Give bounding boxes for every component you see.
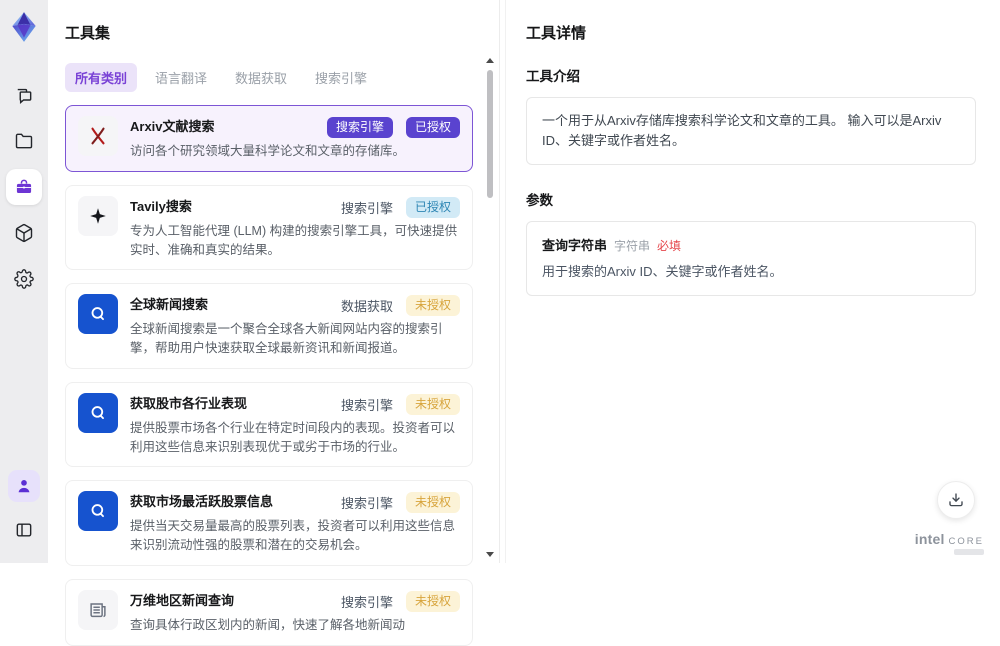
news-search-icon	[78, 294, 118, 335]
user-icon	[18, 480, 30, 493]
tool-description: 专为人工智能代理 (LLM) 构建的搜索引擎工具，可快速提供实时、准确和真实的结…	[130, 223, 458, 257]
category-badge: 搜索引擎	[326, 117, 393, 138]
tab-search-engine[interactable]: 搜索引擎	[305, 63, 377, 92]
main-area: 工具集 所有类别 语言翻译 数据获取 搜索引擎 Arxiv文献搜索 搜索引擎 已…	[48, 0, 1000, 646]
auth-status-badge: 未授权	[405, 393, 460, 415]
tool-detail-panel: 工具详情 工具介绍 一个用于从Arxiv存储库搜索科学论文和文章的工具。 输入可…	[505, 0, 1000, 563]
gear-icon	[14, 269, 34, 289]
tool-card-arxiv[interactable]: Arxiv文献搜索 搜索引擎 已授权 访问各个研究领域大量科学论文和文章的存储库…	[65, 105, 473, 172]
core-logo-text: CORE	[948, 536, 984, 547]
list-scrollbar[interactable]	[485, 58, 495, 557]
active-stocks-icon	[78, 491, 118, 532]
scroll-down-arrow-icon[interactable]	[486, 552, 494, 557]
sidebar-item-settings[interactable]	[6, 261, 42, 297]
card-body: Tavily搜索 搜索引擎 已授权 专为人工智能代理 (LLM) 构建的搜索引擎…	[130, 196, 460, 260]
tab-data-fetch[interactable]: 数据获取	[225, 63, 297, 92]
card-body: 获取股市各行业表现 搜索引擎 未授权 提供股票市场各个行业在特定时间段内的表现。…	[130, 393, 460, 457]
tool-description: 提供股票市场各个行业在特定时间段内的表现。投资者可以利用这些信息来识别表现优于或…	[130, 420, 456, 454]
tool-title: 获取市场最活跃股票信息	[130, 494, 274, 510]
panel-toggle-icon	[16, 523, 32, 537]
param-type: 字符串	[614, 239, 651, 254]
tool-card-global-news[interactable]: 全球新闻搜索 数据获取 未授权 全球新闻搜索是一个聚合全球各大新闻网站内容的搜索…	[65, 283, 473, 369]
tab-translation[interactable]: 语言翻译	[145, 63, 217, 92]
app-logo	[7, 10, 41, 44]
arxiv-icon	[78, 116, 118, 156]
tool-card-stock-sectors[interactable]: 获取股市各行业表现 搜索引擎 未授权 提供股票市场各个行业在特定时间段内的表现。…	[65, 381, 473, 468]
tool-card-list: Arxiv文献搜索 搜索引擎 已授权 访问各个研究领域大量科学论文和文章的存储库…	[65, 105, 499, 646]
category-label: 数据获取	[340, 299, 393, 315]
folder-icon	[15, 133, 33, 149]
sidebar-item-account[interactable]	[8, 470, 40, 502]
intro-text-box: 一个用于从Arxiv存储库搜索科学论文和文章的工具。 输入可以是Arxiv ID…	[526, 97, 976, 166]
detail-title: 工具详情	[526, 25, 587, 42]
auth-status-badge: 未授权	[405, 295, 460, 317]
scrollbar-thumb[interactable]	[487, 70, 493, 198]
tool-title: 全球新闻搜索	[130, 297, 209, 313]
tavily-star-icon	[78, 195, 118, 236]
category-tabs: 所有类别 语言翻译 数据获取 搜索引擎	[65, 63, 499, 92]
tool-description: 全球新闻搜索是一个聚合全球各大新闻网站内容的搜索引擎，帮助用户快速获取全球最新资…	[130, 322, 443, 355]
sidebar-rail	[0, 0, 48, 563]
tool-title: Tavily搜索	[130, 198, 192, 214]
params-heading: 参数	[526, 193, 553, 209]
tool-description: 提供当天交易量最高的股票列表，投资者可以利用这些信息来识别流动性强的股票和潜在的…	[130, 519, 456, 552]
sidebar-item-chat[interactable]	[6, 77, 42, 113]
auth-status-badge: 已授权	[405, 117, 460, 138]
regional-news-icon	[78, 589, 118, 630]
tool-title: 万维地区新闻查询	[130, 592, 235, 608]
card-body: Arxiv文献搜索 搜索引擎 已授权 访问各个研究领域大量科学论文和文章的存储库…	[130, 116, 460, 161]
card-body: 全球新闻搜索 数据获取 未授权 全球新闻搜索是一个聚合全球各大新闻网站内容的搜索…	[130, 294, 460, 358]
tool-title: 获取股市各行业表现	[130, 395, 248, 411]
sidebar-item-files[interactable]	[6, 123, 42, 159]
tool-card-active-stocks[interactable]: 获取市场最活跃股票信息 搜索引擎 未授权 提供当天交易量最高的股票列表，投资者可…	[65, 480, 473, 566]
sidebar-item-models[interactable]	[6, 215, 42, 251]
cube-icon	[15, 223, 33, 243]
stock-sector-icon	[78, 392, 118, 433]
auth-status-badge: 已授权	[405, 196, 460, 218]
tool-list-panel: 工具集 所有类别 语言翻译 数据获取 搜索引擎 Arxiv文献搜索 搜索引擎 已…	[48, 0, 500, 646]
sidebar-item-panel-toggle[interactable]	[6, 512, 42, 548]
tool-card-tavily[interactable]: Tavily搜索 搜索引擎 已授权 专为人工智能代理 (LLM) 构建的搜索引擎…	[65, 184, 473, 271]
intel-logo-text: intel	[914, 531, 945, 547]
intel-core-branding: intel CORE	[915, 531, 984, 555]
param-description: 用于搜索的Arxiv ID、关键字或作者姓名。	[542, 264, 783, 280]
param-box: 查询字符串 字符串 必填 用于搜索的Arxiv ID、关键字或作者姓名。	[526, 221, 976, 296]
tool-description: 访问各个研究领域大量科学论文和文章的存储库。	[130, 144, 406, 158]
category-label: 搜索引擎	[340, 397, 393, 413]
download-button[interactable]	[937, 481, 975, 519]
param-required-badge: 必填	[657, 239, 682, 254]
scroll-up-arrow-icon[interactable]	[486, 58, 494, 63]
tool-card-regional-news[interactable]: 万维地区新闻查询 搜索引擎 未授权 查询具体行政区划内的新闻，快速了解各地新闻动	[65, 578, 473, 646]
tab-all-categories[interactable]: 所有类别	[65, 63, 138, 92]
tool-description: 查询具体行政区划内的新闻，快速了解各地新闻动	[130, 617, 406, 632]
intro-heading: 工具介绍	[526, 69, 580, 84]
category-label: 搜索引擎	[340, 594, 393, 610]
param-name: 查询字符串	[542, 238, 608, 254]
intel-sub-badge	[954, 549, 984, 555]
category-label: 搜索引擎	[340, 496, 393, 512]
sidebar-item-tools[interactable]	[6, 169, 42, 205]
card-body: 万维地区新闻查询 搜索引擎 未授权 查询具体行政区划内的新闻，快速了解各地新闻动	[130, 590, 460, 635]
auth-status-badge: 未授权	[405, 492, 460, 514]
download-icon	[949, 493, 963, 507]
category-label: 搜索引擎	[340, 200, 393, 216]
tool-title: Arxiv文献搜索	[130, 119, 215, 134]
page-title: 工具集	[65, 25, 111, 42]
briefcase-icon	[16, 179, 32, 193]
chat-icon	[17, 88, 32, 105]
card-body: 获取市场最活跃股票信息 搜索引擎 未授权 提供当天交易量最高的股票列表，投资者可…	[130, 491, 460, 555]
auth-status-badge: 未授权	[405, 590, 460, 612]
